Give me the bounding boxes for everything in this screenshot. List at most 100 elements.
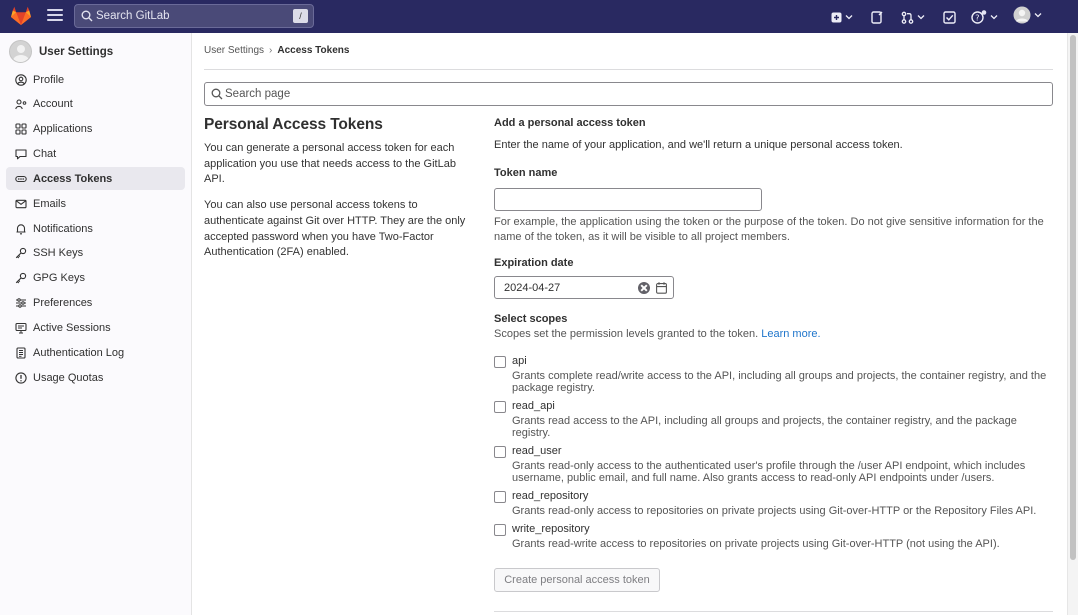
sidebar-item-label: Chat [33,148,57,161]
global-search-input[interactable]: Search GitLab / [74,4,314,28]
breadcrumb-parent[interactable]: User Settings [204,45,264,56]
merge-requests-menu[interactable] [901,9,925,25]
sidebar-item-preferences[interactable]: Preferences [6,292,185,315]
breadcrumb: User Settings › Access Tokens [204,45,349,56]
sidebar-nav: Profile Account Applications Chat Access… [6,68,185,391]
todo-icon[interactable] [943,9,956,25]
quota-icon [15,371,27,384]
intro-paragraph-2: You can also use personal access tokens … [204,199,466,259]
page-search-placeholder: Search page [225,88,291,100]
sidebar-item-label: Notifications [33,222,93,235]
token-name-input[interactable] [494,188,762,211]
token-icon [15,175,27,182]
breadcrumb-current[interactable]: Access Tokens [277,45,349,56]
sidebar-item-ssh-keys[interactable]: SSH Keys [6,242,185,265]
chevron-down-icon [1034,13,1042,18]
chevron-down-icon [990,15,998,20]
intro-section: Personal Access Tokens You can generate … [204,116,476,271]
sidebar-item-applications[interactable]: Applications [6,118,185,141]
chevron-down-icon [845,15,853,20]
page-scrollbar[interactable] [1067,33,1078,615]
page-search-input[interactable]: Search page [204,82,1053,106]
scope-name[interactable]: read_user [512,445,562,457]
chevron-down-icon [917,15,925,20]
create-new-menu[interactable] [831,9,853,25]
scope-description: Grants complete read/write access to the… [512,370,1047,394]
search-icon [81,10,93,22]
scope-name[interactable]: read_api [512,400,555,412]
top-navbar: Search GitLab / ? [0,0,1078,33]
svg-text:?: ? [975,14,979,23]
hamburger-menu-icon[interactable] [47,9,63,23]
profile-icon [15,73,27,86]
sidebar-item-label: Profile [33,73,65,86]
expiration-date-value: 2024-04-27 [504,282,561,294]
page-title: Personal Access Tokens [204,116,383,133]
sidebar-item-label: Authentication Log [33,346,125,359]
scope-checkbox[interactable] [494,524,506,536]
sidebar-header[interactable]: User Settings [9,40,113,63]
help-menu[interactable]: ? [971,9,998,25]
mail-icon [15,199,27,208]
bell-icon [16,223,26,234]
learn-more-link[interactable]: Learn more. [761,328,820,340]
chat-icon [15,149,27,160]
sidebar-item-label: Applications [33,123,93,136]
scrollbar-thumb[interactable] [1070,35,1076,560]
sidebar-item-label: Emails [33,197,67,210]
sidebar-item-usage-quotas[interactable]: Usage Quotas [6,366,185,389]
applications-icon [15,123,27,135]
sidebar-item-label: Preferences [33,297,93,310]
form-subheading: Enter the name of your application, and … [494,139,903,151]
settings-sidebar: User Settings Profile Account Applicatio… [0,33,192,615]
sidebar-title: User Settings [39,45,114,58]
gitlab-logo-icon[interactable] [10,6,32,26]
key-icon [15,248,27,259]
scopes-help-text: Scopes set the permission levels granted… [494,328,759,340]
scope-description: Grants read-write access to repositories… [512,538,1000,550]
sidebar-item-emails[interactable]: Emails [6,192,185,215]
scope-description: Grants read access to the API, including… [512,415,1017,439]
clear-icon[interactable] [638,282,650,294]
plus-square-icon [831,12,842,22]
expiration-date-input[interactable]: 2024-04-27 [494,276,674,299]
sidebar-item-notifications[interactable]: Notifications [6,217,185,240]
intro-paragraph-1: You can generate a personal access token… [204,142,456,186]
sidebar-item-profile[interactable]: Profile [6,68,185,91]
search-shortcut-badge: / [293,9,308,23]
sidebar-item-account[interactable]: Account [6,93,185,116]
sidebar-item-label: SSH Keys [33,247,84,260]
log-icon [16,347,26,359]
sidebar-item-gpg-keys[interactable]: GPG Keys [6,267,185,290]
form-heading: Add a personal access token [494,117,646,129]
key-icon [15,273,27,284]
token-name-help: For example, the application using the t… [494,216,1044,243]
sidebar-item-chat[interactable]: Chat [6,143,185,166]
scope-checkbox[interactable] [494,356,506,368]
scope-checkbox[interactable] [494,401,506,413]
expiration-date-label: Expiration date [494,257,574,269]
sidebar-item-label: Account [33,98,73,111]
scopes-help: Scopes set the permission levels granted… [494,328,821,340]
select-scopes-label: Select scopes [494,313,568,325]
preferences-icon [16,298,26,308]
user-menu[interactable] [1013,6,1042,24]
calendar-icon[interactable] [656,282,667,294]
merge-request-icon [901,11,914,24]
scope-checkbox[interactable] [494,491,506,503]
account-icon [15,99,27,110]
sidebar-item-access-tokens[interactable]: Access Tokens [6,167,185,191]
scope-name[interactable]: api [512,355,527,367]
issues-icon[interactable] [871,9,883,25]
avatar [9,40,32,63]
scope-description: Grants read-only access to the authentic… [512,460,1026,484]
token-name-label: Token name [494,167,558,179]
sidebar-item-active-sessions[interactable]: Active Sessions [6,316,185,339]
scope-checkbox[interactable] [494,446,506,458]
divider [204,69,1053,70]
scope-name[interactable]: write_repository [512,523,590,535]
sidebar-item-label: Active Sessions [33,321,111,334]
create-token-button[interactable]: Create personal access token [494,568,660,592]
scope-name[interactable]: read_repository [512,490,588,502]
sidebar-item-authentication-log[interactable]: Authentication Log [6,341,185,364]
